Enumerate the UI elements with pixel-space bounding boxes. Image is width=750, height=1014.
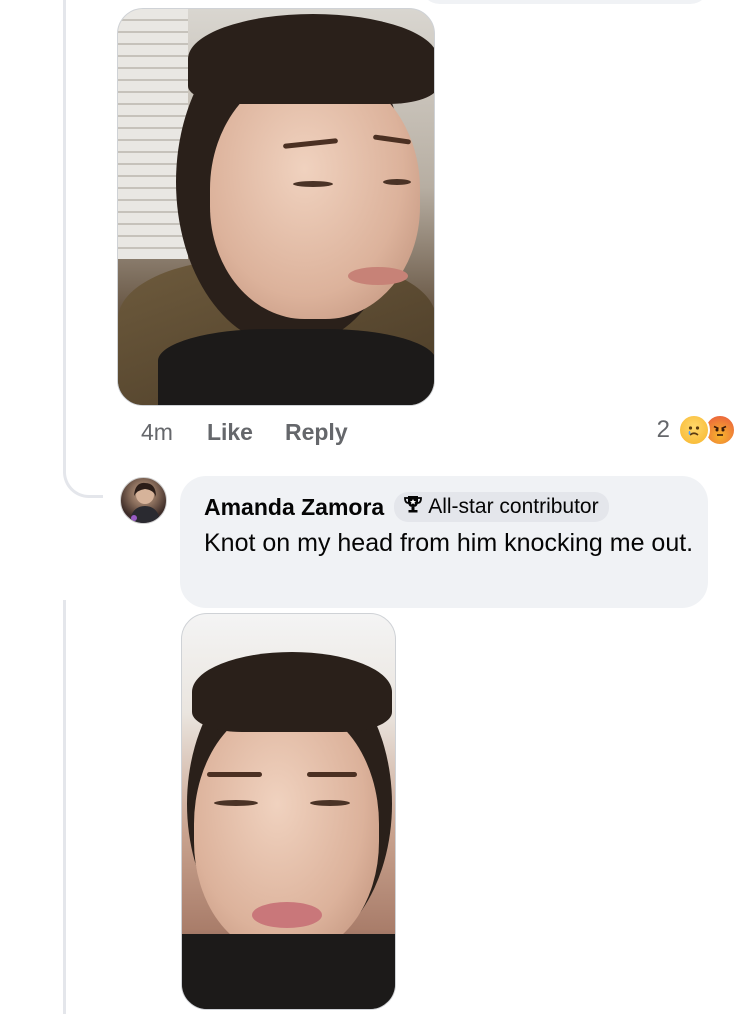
previous-comment-bubble-edge bbox=[420, 0, 710, 4]
crying-face-icon bbox=[678, 414, 710, 446]
badge-label: All-star contributor bbox=[428, 495, 599, 518]
thread-connector-line bbox=[63, 0, 66, 470]
comment-timestamp[interactable]: 4m bbox=[141, 419, 173, 446]
comment-author-row: Amanda Zamora All-star contributor bbox=[204, 492, 684, 522]
comment-author-name[interactable]: Amanda Zamora bbox=[204, 494, 384, 521]
reply-button[interactable]: Reply bbox=[285, 419, 348, 446]
reaction-count: 2 bbox=[656, 416, 670, 443]
like-button[interactable]: Like bbox=[207, 419, 253, 446]
reaction-summary[interactable]: 2 bbox=[657, 410, 736, 450]
window-blinds bbox=[118, 9, 188, 259]
trophy-icon bbox=[402, 493, 424, 521]
comment-thread: 4m Like Reply 2 Amanda Zamora All-star c… bbox=[0, 0, 750, 1014]
thread-connector-curve bbox=[63, 450, 103, 498]
comment-bubble: Amanda Zamora All-star contributor Knot … bbox=[180, 476, 708, 608]
comment-photo-attachment[interactable] bbox=[117, 8, 435, 406]
comment-meta-row: 4m Like Reply bbox=[141, 416, 380, 448]
all-star-contributor-badge[interactable]: All-star contributor bbox=[394, 492, 609, 522]
avatar[interactable] bbox=[120, 477, 167, 524]
thread-connector-line-lower bbox=[63, 600, 66, 1014]
comment-photo-attachment-2[interactable] bbox=[181, 613, 396, 1010]
comment-text: Knot on my head from him knocking me out… bbox=[204, 529, 694, 557]
